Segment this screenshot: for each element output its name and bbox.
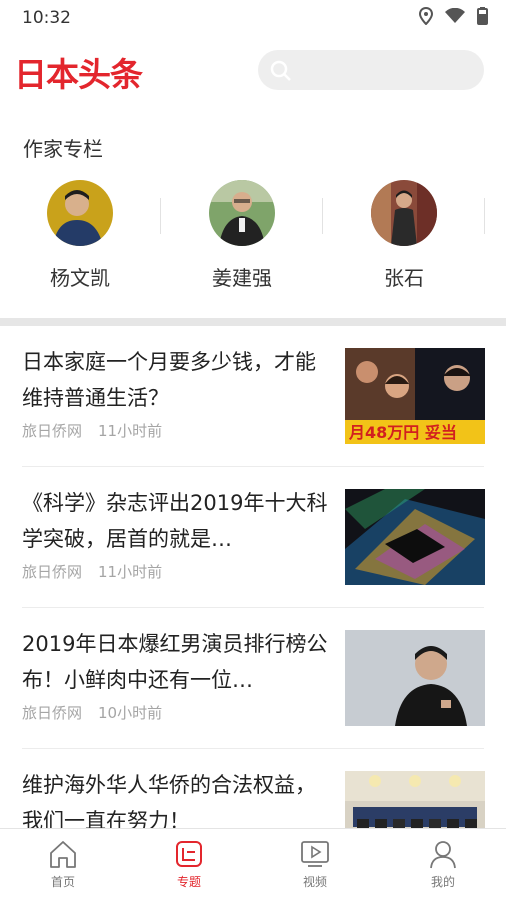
- news-title[interactable]: 2019年日本爆红男演员排行榜公布！小鲜肉中还有一位…: [22, 626, 332, 698]
- status-time: 10:32: [22, 8, 71, 28]
- bottom-tab-bar: 首页 专题 视频 我的: [0, 828, 506, 901]
- news-source: 旅日侨网: [22, 704, 83, 722]
- news-thumbnail[interactable]: [345, 489, 485, 585]
- section-title-authors: 作家专栏: [23, 137, 103, 161]
- news-item[interactable]: 日本家庭一个月要多少钱，才能维持普通生活？ 旅日侨网 11小时前 月48万円 妥当: [0, 326, 506, 467]
- tab-home[interactable]: 首页: [23, 839, 103, 890]
- news-time: 10小时前: [98, 704, 163, 722]
- status-icons: [419, 7, 488, 25]
- location-icon: [419, 7, 433, 25]
- user-icon: [430, 841, 456, 869]
- author-name: 姜建强: [212, 266, 272, 290]
- tab-topics[interactable]: 专题: [149, 839, 229, 890]
- tab-label: 首页: [50, 875, 75, 889]
- app-logo: 日本头条: [14, 55, 143, 94]
- search-bar[interactable]: [258, 50, 484, 90]
- author-avatar[interactable]: [209, 180, 275, 246]
- news-time: 11小时前: [98, 422, 163, 440]
- news-time: 11小时前: [98, 563, 163, 581]
- tab-video[interactable]: 视频: [275, 839, 355, 890]
- thumb-caption: 月48万円 妥当: [348, 423, 457, 442]
- authors-row: 杨文凯 姜建强 张石: [0, 180, 506, 295]
- author-card[interactable]: 杨文凯: [20, 180, 140, 291]
- app-header: 日本头条: [0, 36, 506, 106]
- topics-icon: [176, 841, 202, 867]
- news-source: 旅日侨网: [22, 422, 83, 440]
- search-icon: [270, 60, 291, 81]
- video-icon: [301, 841, 329, 867]
- tab-label: 我的: [430, 875, 455, 889]
- news-title[interactable]: 日本家庭一个月要多少钱，才能维持普通生活？: [22, 344, 332, 416]
- news-title[interactable]: 《科学》杂志评出2019年十大科学突破，居首的就是…: [22, 485, 332, 557]
- news-item[interactable]: 2019年日本爆红男演员排行榜公布！小鲜肉中还有一位… 旅日侨网 10小时前: [0, 608, 506, 749]
- author-avatar[interactable]: [47, 180, 113, 246]
- status-bar: 10:32: [0, 0, 506, 36]
- author-separator: [322, 198, 323, 234]
- tab-me[interactable]: 我的: [403, 839, 483, 890]
- section-divider: [0, 318, 506, 326]
- news-meta: 旅日侨网 11小时前: [22, 420, 162, 441]
- author-separator: [484, 198, 485, 234]
- news-thumbnail[interactable]: 月48万円 妥当: [345, 348, 485, 444]
- author-card[interactable]: 姜建强: [182, 180, 302, 291]
- author-name: 张石: [384, 266, 424, 290]
- news-source: 旅日侨网: [22, 563, 83, 581]
- author-name: 杨文凯: [50, 266, 110, 290]
- news-thumbnail[interactable]: [345, 630, 485, 726]
- news-item[interactable]: 《科学》杂志评出2019年十大科学突破，居首的就是… 旅日侨网 11小时前: [0, 467, 506, 608]
- tab-label: 专题: [176, 875, 201, 889]
- author-card[interactable]: 张石: [344, 180, 464, 291]
- news-meta: 旅日侨网 10小时前: [22, 702, 162, 723]
- author-avatar[interactable]: [371, 180, 437, 246]
- tab-label: 视频: [302, 875, 327, 889]
- home-icon: [50, 841, 76, 868]
- wifi-icon: [445, 8, 465, 23]
- battery-icon: [477, 7, 488, 25]
- news-meta: 旅日侨网 11小时前: [22, 561, 162, 582]
- author-separator: [160, 198, 161, 234]
